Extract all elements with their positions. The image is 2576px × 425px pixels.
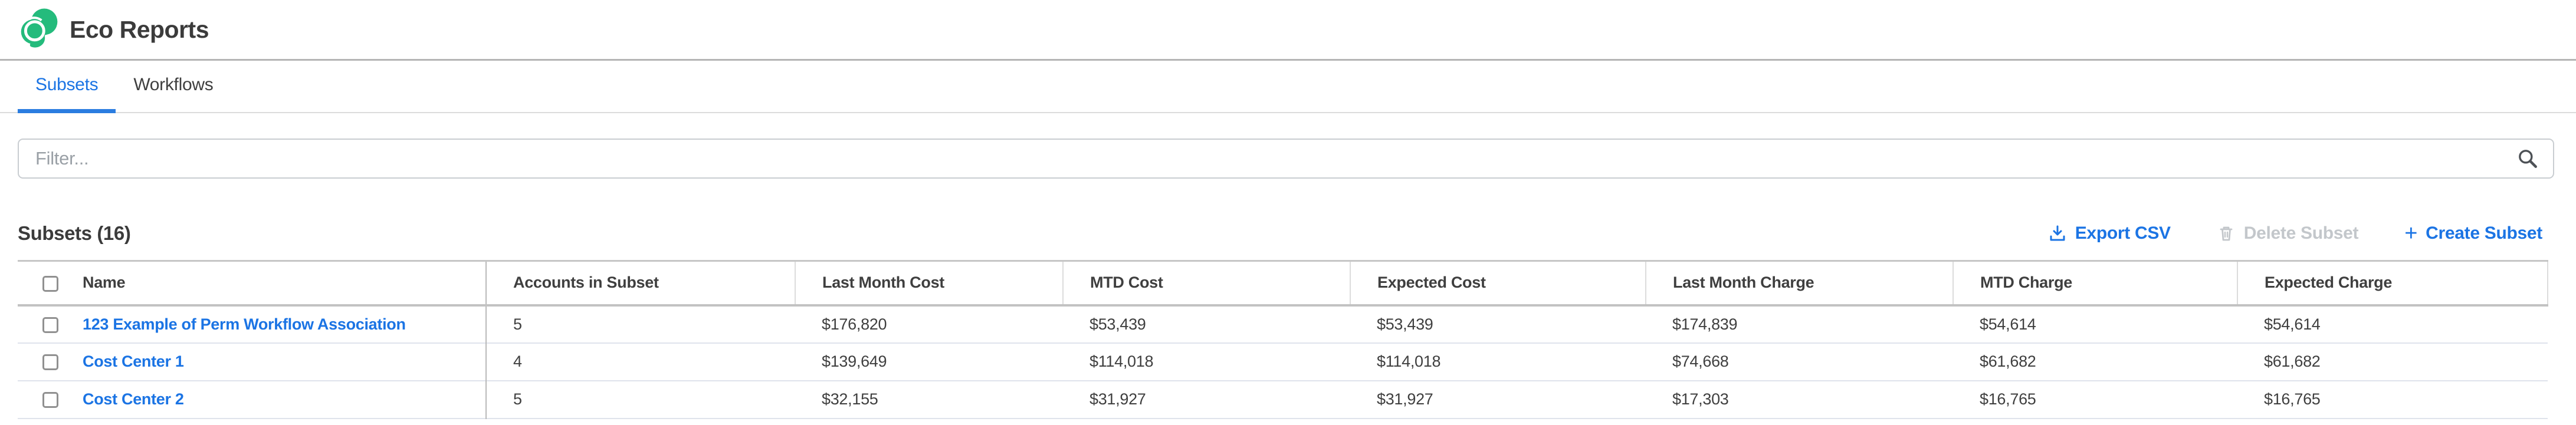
export-csv-button[interactable]: Export CSV xyxy=(2048,223,2171,243)
cell-last-month-cost: $32,155 xyxy=(795,381,1063,419)
search-icon xyxy=(2516,147,2539,170)
filter-input[interactable] xyxy=(18,139,2554,179)
cell-accounts: 4 xyxy=(486,343,795,381)
cell-mtd-cost: $53,439 xyxy=(1063,305,1350,343)
column-header-expected-charge[interactable]: Expected Charge xyxy=(2237,261,2548,305)
cell-mtd-charge: $61,682 xyxy=(1953,343,2237,381)
subset-link[interactable]: Cost Center 2 xyxy=(83,390,184,408)
trash-icon xyxy=(2217,224,2236,243)
cell-expected-cost: $114,018 xyxy=(1350,343,1646,381)
cell-expected-cost: $53,439 xyxy=(1350,305,1646,343)
cell-expected-cost: $31,927 xyxy=(1350,381,1646,419)
delete-subset-button[interactable]: Delete Subset xyxy=(2217,223,2359,243)
column-header-name[interactable]: Name xyxy=(72,261,486,305)
cell-mtd-charge: $16,765 xyxy=(1953,381,2237,419)
subsets-table: Name Accounts in Subset Last Month Cost … xyxy=(18,260,2548,419)
download-icon xyxy=(2048,224,2067,243)
row-checkbox[interactable] xyxy=(42,354,58,370)
cell-last-month-cost: $139,649 xyxy=(795,343,1063,381)
subset-link[interactable]: 123 Example of Perm Workflow Association xyxy=(83,315,406,333)
tab-subsets[interactable]: Subsets xyxy=(18,61,116,113)
cell-expected-charge: $16,765 xyxy=(2237,381,2548,419)
filter-container xyxy=(18,139,2554,179)
column-header-expected-cost[interactable]: Expected Cost xyxy=(1350,261,1646,305)
tab-workflows-label: Workflows xyxy=(133,75,213,95)
table-row: Cost Center 2 5 $32,155 $31,927 $31,927 … xyxy=(18,381,2548,419)
cell-mtd-cost: $31,927 xyxy=(1063,381,1350,419)
tab-bar: Subsets Workflows xyxy=(0,61,2576,113)
table-row: Cost Center 1 4 $139,649 $114,018 $114,0… xyxy=(18,343,2548,381)
cell-mtd-cost: $114,018 xyxy=(1063,343,1350,381)
column-header-last-month-charge[interactable]: Last Month Charge xyxy=(1646,261,1953,305)
tab-workflows[interactable]: Workflows xyxy=(116,61,231,113)
column-header-mtd-cost[interactable]: MTD Cost xyxy=(1063,261,1350,305)
subsets-table-container: Name Accounts in Subset Last Month Cost … xyxy=(18,260,2548,419)
section-actions: Export CSV Delete Subset + Create Subset xyxy=(2048,223,2558,243)
delete-subset-label: Delete Subset xyxy=(2244,223,2359,243)
table-header-row: Name Accounts in Subset Last Month Cost … xyxy=(18,261,2548,305)
row-checkbox[interactable] xyxy=(42,392,58,408)
subset-link[interactable]: Cost Center 1 xyxy=(83,352,184,370)
create-subset-label: Create Subset xyxy=(2426,223,2542,243)
cell-accounts: 5 xyxy=(486,305,795,343)
section-title: Subsets (16) xyxy=(18,222,130,245)
column-header-accounts[interactable]: Accounts in Subset xyxy=(486,261,795,305)
cell-expected-charge: $54,614 xyxy=(2237,305,2548,343)
section-header: Subsets (16) Export CSV Delete Subset + … xyxy=(18,211,2558,255)
app-header: Eco Reports xyxy=(0,0,2576,61)
cell-last-month-cost: $176,820 xyxy=(795,305,1063,343)
eco-logo-icon xyxy=(17,8,60,51)
create-subset-button[interactable]: + Create Subset xyxy=(2404,223,2542,243)
plus-icon: + xyxy=(2404,225,2417,242)
row-checkbox[interactable] xyxy=(42,317,58,333)
tab-subsets-label: Subsets xyxy=(35,75,98,95)
page-title: Eco Reports xyxy=(70,16,209,44)
export-csv-label: Export CSV xyxy=(2075,223,2171,243)
table-row: 123 Example of Perm Workflow Association… xyxy=(18,305,2548,343)
cell-last-month-charge: $174,839 xyxy=(1646,305,1953,343)
select-all-checkbox[interactable] xyxy=(42,276,58,292)
cell-last-month-charge: $17,303 xyxy=(1646,381,1953,419)
cell-mtd-charge: $54,614 xyxy=(1953,305,2237,343)
cell-last-month-charge: $74,668 xyxy=(1646,343,1953,381)
cell-accounts: 5 xyxy=(486,381,795,419)
cell-expected-charge: $61,682 xyxy=(2237,343,2548,381)
column-header-mtd-charge[interactable]: MTD Charge xyxy=(1953,261,2237,305)
column-header-last-month-cost[interactable]: Last Month Cost xyxy=(795,261,1063,305)
